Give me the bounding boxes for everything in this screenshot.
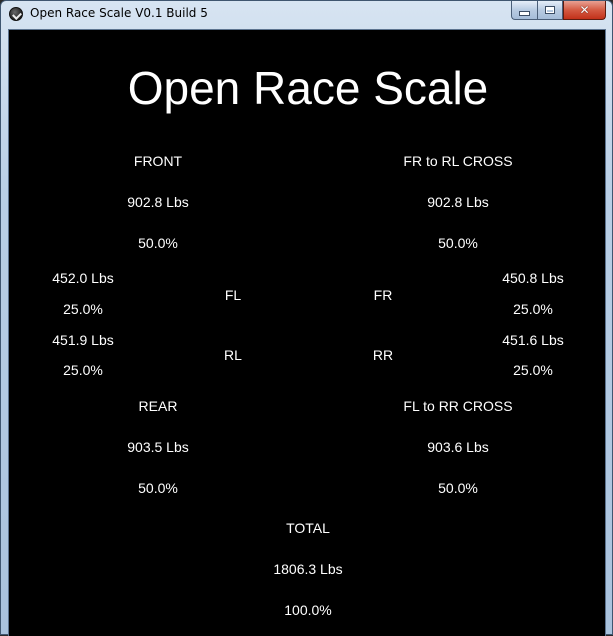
title-bar[interactable]: Open Race Scale V0.1 Build 5 ✕ (1, 1, 612, 29)
app-logo-icon[interactable] (9, 7, 23, 21)
fl-percent: 25.0% (63, 301, 103, 317)
rl-percent: 25.0% (63, 362, 103, 378)
maximize-button[interactable] (537, 1, 563, 20)
fr-percent: 25.0% (513, 301, 553, 317)
rr-percent: 25.0% (513, 362, 553, 378)
fr-rl-cross-percent: 50.0% (438, 235, 478, 251)
fl-label: FL (224, 287, 242, 303)
maximize-icon (545, 6, 555, 14)
rear-label: REAR (138, 398, 178, 414)
total-weight: 1806.3 Lbs (273, 561, 343, 577)
rear-percent: 50.0% (138, 480, 178, 496)
front-percent: 50.0% (138, 235, 178, 251)
fl-rr-cross-label: FL to RR CROSS (403, 398, 513, 414)
rear-weight: 903.5 Lbs (127, 439, 189, 455)
rr-weight: 451.6 Lbs (502, 332, 564, 348)
fl-weight: 452.0 Lbs (52, 270, 114, 286)
front-weight: 902.8 Lbs (127, 194, 189, 210)
close-icon: ✕ (579, 3, 590, 17)
close-button[interactable]: ✕ (563, 1, 606, 20)
rl-weight: 451.9 Lbs (52, 332, 114, 348)
scale-panel: Open Race Scale FRONT 902.8 Lbs 50.0% FR… (8, 29, 606, 636)
fl-rr-cross-weight: 903.6 Lbs (427, 439, 489, 455)
app-title: Open Race Scale (127, 62, 489, 114)
minimize-button[interactable] (511, 1, 537, 20)
fl-rr-cross-percent: 50.0% (438, 480, 478, 496)
fr-weight: 450.8 Lbs (502, 270, 564, 286)
window-title: Open Race Scale V0.1 Build 5 (30, 6, 208, 20)
fr-rl-cross-weight: 902.8 Lbs (427, 194, 489, 210)
app-window: Open Race Scale V0.1 Build 5 ✕ Open Race… (0, 0, 613, 636)
fr-label: FR (373, 287, 393, 303)
total-percent: 100.0% (284, 602, 332, 618)
rl-label: RL (224, 347, 242, 363)
minimize-icon (519, 10, 530, 16)
window-controls: ✕ (511, 1, 606, 20)
rr-label: RR (372, 347, 394, 363)
front-label: FRONT (133, 153, 183, 169)
total-label: TOTAL (286, 520, 330, 536)
fr-rl-cross-label: FR to RL CROSS (403, 153, 513, 169)
